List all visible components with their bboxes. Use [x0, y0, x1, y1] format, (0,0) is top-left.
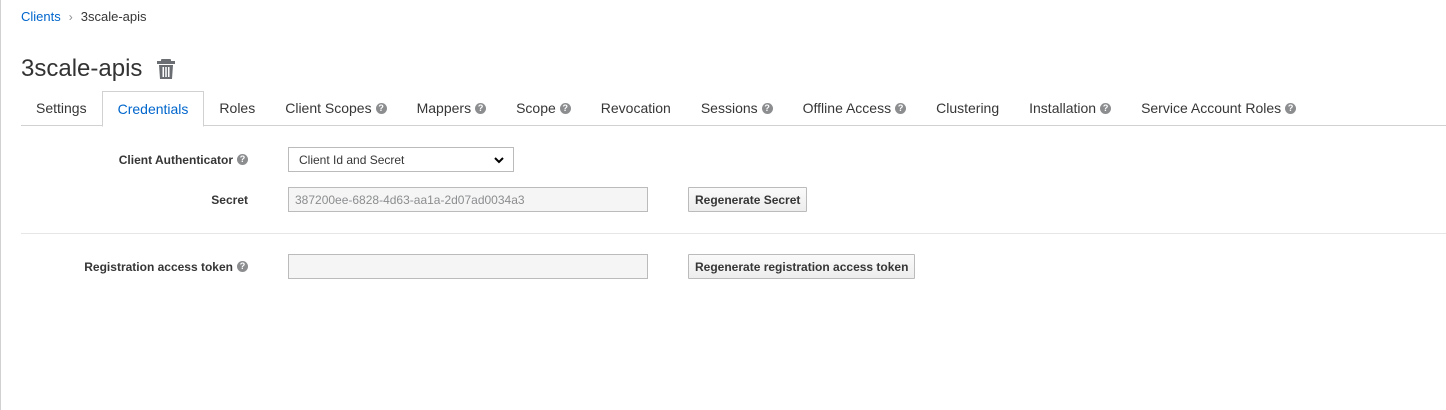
secret-value: 387200ee-6828-4d63-aa1a-2d07ad0034a3 [295, 192, 525, 207]
tab-mappers[interactable]: Mappers? [402, 91, 501, 126]
registration-token-label: Registration access token [84, 259, 233, 274]
tab-settings[interactable]: Settings [21, 91, 102, 126]
tab-label: Credentials [117, 100, 189, 117]
tab-label: Clustering [936, 100, 1000, 116]
tab-label: Installation [1029, 100, 1097, 116]
help-icon: ? [761, 103, 773, 114]
registration-token-label-row: Registration access token ? [40, 254, 248, 279]
help-icon[interactable]: ? [237, 154, 248, 165]
page-header: 3scale-apis [21, 54, 176, 84]
breadcrumb-separator-icon: › [68, 9, 73, 24]
left-border [0, 0, 1, 410]
help-icon: ? [1100, 103, 1112, 114]
tab-label: Scope [516, 100, 556, 116]
help-icon: ? [475, 103, 487, 114]
tab-service-account-roles[interactable]: Service Account Roles? [1126, 91, 1311, 126]
section-divider [21, 233, 1446, 234]
tab-label: Sessions [700, 100, 758, 116]
regenerate-registration-token-button[interactable]: Regenerate registration access token [688, 254, 916, 279]
secret-label: Secret [211, 192, 248, 207]
help-icon[interactable]: ? [237, 261, 248, 272]
tab-roles[interactable]: Roles [204, 91, 270, 126]
secret-input[interactable]: 387200ee-6828-4d63-aa1a-2d07ad0034a3 [288, 187, 648, 212]
client-authenticator-value: Client Id and Secret [299, 152, 405, 167]
tab-label: Roles [219, 100, 256, 116]
regenerate-secret-button[interactable]: Regenerate Secret [688, 187, 808, 212]
tab-clustering[interactable]: Clustering [921, 91, 1014, 126]
tab-installation[interactable]: Installation? [1014, 91, 1126, 126]
secret-label-row: Secret [60, 187, 248, 212]
tab-label: Client Scopes [285, 100, 372, 116]
tab-bar: Settings Credentials Roles Client Scopes… [21, 91, 1446, 127]
client-authenticator-label: Client Authenticator [118, 152, 233, 167]
tab-label: Offline Access [802, 100, 892, 116]
breadcrumb-current: 3scale-apis [80, 9, 147, 24]
registration-token-input[interactable] [288, 254, 648, 279]
tab-credentials[interactable]: Credentials [101, 91, 205, 127]
help-icon: ? [559, 103, 571, 114]
tab-scope[interactable]: Scope? [501, 91, 586, 126]
tab-label: Mappers [416, 100, 472, 116]
tab-revocation[interactable]: Revocation [586, 91, 686, 126]
tab-sessions[interactable]: Sessions? [686, 91, 788, 126]
page-title: 3scale-apis [21, 55, 143, 82]
client-authenticator-select[interactable]: Client Id and Secret [288, 147, 514, 172]
client-authenticator-label-row: Client Authenticator ? [60, 147, 248, 172]
tab-offline-access[interactable]: Offline Access? [788, 91, 921, 126]
trash-icon[interactable] [157, 59, 176, 79]
tab-client-scopes[interactable]: Client Scopes? [270, 91, 401, 126]
breadcrumb-clients-link[interactable]: Clients [21, 9, 61, 24]
help-icon: ? [375, 103, 387, 114]
tab-label: Service Account Roles [1141, 100, 1282, 116]
tab-label: Settings [36, 100, 87, 116]
chevron-down-icon [494, 156, 504, 163]
help-icon: ? [895, 103, 907, 114]
tab-label: Revocation [600, 100, 671, 116]
breadcrumb: Clients › 3scale-apis [21, 9, 147, 24]
help-icon: ? [1285, 103, 1297, 114]
